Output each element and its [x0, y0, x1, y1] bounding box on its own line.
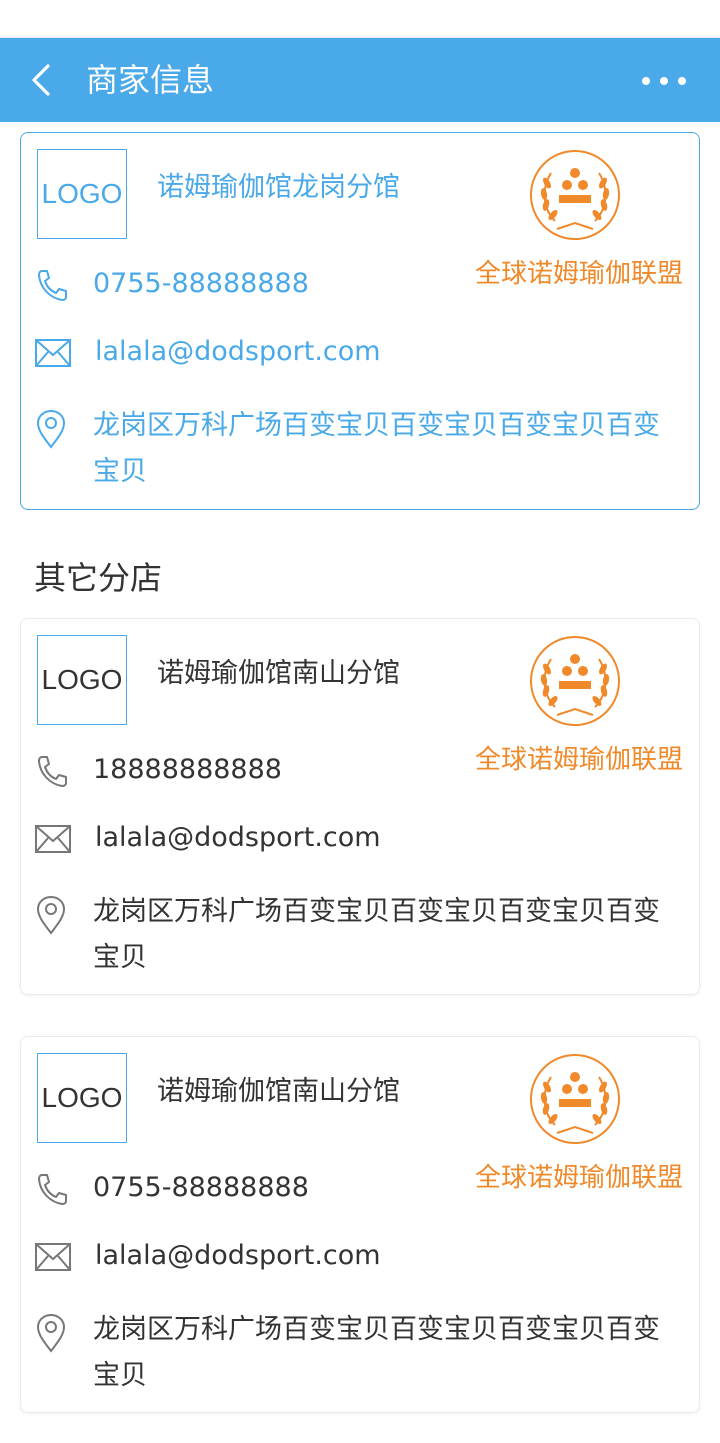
location-pin-icon	[36, 409, 66, 449]
store-logo: LOGO	[37, 149, 127, 239]
address-row[interactable]: 龙岗区万科广场百变宝贝百变宝贝百变宝贝百变宝贝	[35, 409, 675, 495]
phone-row[interactable]: 0755-88888888	[35, 1171, 309, 1211]
alliance-label: 全球诺姆瑜伽联盟	[474, 1163, 683, 1193]
laurel-badge-icon	[530, 1054, 620, 1144]
store-card[interactable]: LOGO 诺姆瑜伽馆南山分馆 全球诺姆瑜伽联盟 0755-88888888 la…	[20, 1036, 700, 1413]
address-row[interactable]: 龙岗区万科广场百变宝贝百变宝贝百变宝贝百变宝贝	[35, 895, 675, 981]
laurel-badge-icon	[530, 636, 620, 726]
envelope-icon	[35, 825, 71, 853]
status-bar	[0, 0, 720, 38]
address-text: 龙岗区万科广场百变宝贝百变宝贝百变宝贝百变宝贝	[93, 410, 660, 487]
page-title: 商家信息	[86, 61, 215, 99]
email-text: lalala@dodsport.com	[95, 822, 381, 853]
store-name: 诺姆瑜伽馆南山分馆	[157, 658, 400, 689]
envelope-icon	[35, 339, 71, 367]
store-name: 诺姆瑜伽馆龙岗分馆	[157, 172, 400, 203]
nav-bar: 商家信息	[0, 38, 720, 122]
chevron-left-icon[interactable]	[28, 60, 58, 100]
phone-row[interactable]: 0755-88888888	[35, 267, 309, 307]
phone-text: 0755-88888888	[93, 268, 309, 299]
store-logo: LOGO	[37, 1053, 127, 1143]
alliance-label: 全球诺姆瑜伽联盟	[474, 745, 683, 775]
email-row[interactable]: lalala@dodsport.com	[35, 336, 381, 375]
phone-text: 0755-88888888	[93, 1172, 309, 1203]
primary-store-card[interactable]: LOGO 诺姆瑜伽馆龙岗分馆 全球诺姆瑜伽联盟 0755-88888888 la…	[20, 132, 700, 510]
address-text: 龙岗区万科广场百变宝贝百变宝贝百变宝贝百变宝贝	[93, 1314, 660, 1391]
envelope-icon	[35, 1243, 71, 1271]
location-pin-icon	[36, 895, 66, 935]
section-title: 其它分店	[34, 559, 163, 597]
laurel-badge-icon	[530, 150, 620, 240]
phone-icon	[38, 1174, 67, 1205]
store-name: 诺姆瑜伽馆南山分馆	[157, 1076, 400, 1107]
phone-row[interactable]: 18888888888	[35, 753, 282, 793]
store-logo: LOGO	[37, 635, 127, 725]
address-text: 龙岗区万科广场百变宝贝百变宝贝百变宝贝百变宝贝	[93, 896, 660, 973]
email-row[interactable]: lalala@dodsport.com	[35, 1240, 381, 1279]
more-dots-icon[interactable]	[642, 76, 686, 86]
phone-icon	[38, 756, 67, 787]
location-pin-icon	[36, 1313, 66, 1353]
phone-text: 18888888888	[93, 754, 282, 785]
email-row[interactable]: lalala@dodsport.com	[35, 822, 381, 861]
email-text: lalala@dodsport.com	[95, 1240, 381, 1271]
store-card[interactable]: LOGO 诺姆瑜伽馆南山分馆 全球诺姆瑜伽联盟 18888888888 lala…	[20, 618, 700, 995]
alliance-label: 全球诺姆瑜伽联盟	[474, 259, 683, 289]
address-row[interactable]: 龙岗区万科广场百变宝贝百变宝贝百变宝贝百变宝贝	[35, 1313, 675, 1399]
phone-icon	[38, 270, 67, 301]
email-text: lalala@dodsport.com	[95, 336, 381, 367]
